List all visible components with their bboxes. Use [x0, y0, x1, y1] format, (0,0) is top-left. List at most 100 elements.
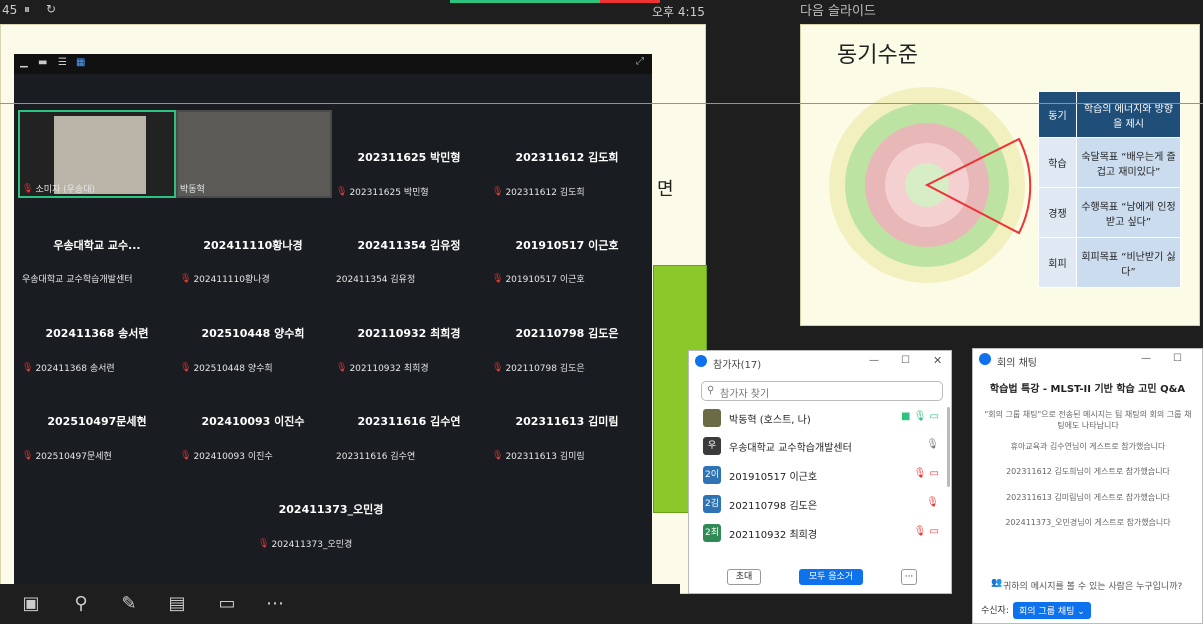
chat-message: 202411373_오민경님이 게스트로 참가했습니다: [1005, 518, 1171, 527]
minimize-icon[interactable]: ▁: [20, 57, 28, 68]
participant-tile-name: 202311613 김미림: [515, 415, 619, 428]
table-header-cell: 학습의 에너지와 방향을 제시: [1076, 91, 1181, 138]
mic-muted-icon: 🎙: [492, 450, 504, 461]
mic-muted-icon: 🎙: [180, 450, 192, 461]
chat-message: 202311612 김도희님이 게스트로 참가했습니다: [1006, 467, 1170, 476]
participant-tile-label: 🎙 202411373_오민경: [258, 538, 353, 551]
participant-tile-label: 🎙 202411368 송서련: [22, 362, 115, 375]
mute-all-button[interactable]: 모두 음소거: [799, 569, 863, 585]
participant-tile-label: 🎙 202311625 박민형: [336, 186, 429, 199]
chat-message: 202311613 김미림님이 게스트로 참가했습니다: [1006, 493, 1170, 502]
table-key-cell: 회피: [1038, 237, 1077, 288]
participant-tile-name: 202411373_오민경: [278, 503, 384, 516]
participant-name: 우송대학교 교수학습개발센터: [729, 442, 852, 454]
maximize-icon[interactable]: ☐: [1173, 353, 1182, 364]
participant-row[interactable]: 2김 202110798 김도은 🎙: [703, 491, 939, 517]
pause-icon[interactable]: ⏸: [24, 2, 30, 17]
expand-icon[interactable]: ⤢: [636, 56, 644, 67]
table-value-cell: 회피목표 “비난받기 싫다”: [1076, 237, 1181, 288]
video-tile-active[interactable]: 🎙 소미자 (우송대): [18, 110, 176, 198]
participant-tile-label: 🎙 201910517 이근호: [492, 273, 585, 286]
mic-muted-icon: 🎙: [180, 273, 192, 284]
chat-message: 휴아교육과 김수연님이 게스트로 참가했습니다: [1010, 442, 1166, 451]
participant-name: 202110932 최희경: [729, 529, 818, 541]
avatar: 2김: [703, 495, 721, 513]
participants-panel[interactable]: 참가자(17) — ☐ ✕ 참가자 찾기 ⚲ 박동혁 (호스트, 나) ■ 🎙 …: [688, 350, 952, 594]
camera-icon[interactable]: ▭: [212, 589, 242, 619]
participants-title: 참가자(17): [713, 360, 762, 371]
avatar: 2최: [703, 524, 721, 542]
mic-muted-icon: 🎙: [22, 183, 34, 194]
participant-tile-name: 202410093 이진수: [201, 415, 305, 428]
avatar: 2이: [703, 466, 721, 484]
participant-tile-label: 202411354 김유정: [336, 275, 416, 285]
participant-tile-name: 202510448 양수희: [201, 327, 305, 340]
clock-text: 오후 4:15: [652, 5, 705, 19]
pointer-icon[interactable]: ✎: [114, 589, 144, 619]
participant-row[interactable]: 2이 201910517 이근호 🎙 ▭: [703, 462, 939, 488]
mic-icon: 🎙: [926, 439, 939, 450]
participant-name: 202110798 김도은: [729, 500, 818, 512]
next-slide-title: 동기수준: [837, 43, 918, 68]
participant-row[interactable]: 2최 202110932 최희경 🎙 ▭: [703, 520, 939, 546]
video-tile-label: 🎙 소미자 (우송대): [22, 183, 96, 196]
magnify-icon[interactable]: ⚲: [66, 589, 96, 619]
participant-tile-name: 202411354 김유정: [357, 239, 461, 252]
table-key-cell: 경쟁: [1038, 187, 1077, 238]
table-key-cell: 학습: [1038, 137, 1077, 188]
participant-tile-name: 202110798 김도은: [515, 327, 619, 340]
bottom-toolbar: [0, 584, 680, 624]
table-header-cell: 동기: [1038, 91, 1077, 138]
participant-status-icons: ■ 🎙 ▭: [901, 411, 939, 422]
refresh-icon[interactable]: ↻: [46, 2, 56, 16]
participant-search-input[interactable]: 참가자 찾기: [701, 381, 943, 401]
gallery-view-window[interactable]: ▁ ▬ ☰ ▦ ⤢ 🎙 소미자 (우송대) 박동혁 202311625 박민형 🎙…: [14, 54, 652, 594]
mic-muted-icon: 🎙: [492, 273, 504, 284]
participant-name: 201910517 이근호: [729, 471, 818, 483]
guide-line: [0, 103, 1203, 104]
subtitles-icon[interactable]: ▤: [162, 589, 192, 619]
video-tile[interactable]: 박동혁: [176, 110, 332, 198]
next-slide-preview[interactable]: 동기수준 동기 학습의 에너지와 방향을 제시 학습 숙달목표 “배우는게 즐겁…: [800, 24, 1200, 326]
close-icon[interactable]: ✕: [933, 354, 942, 367]
mic-muted-icon: 🎙: [180, 362, 192, 373]
gallery-view-icon[interactable]: ▦: [76, 57, 85, 68]
mic-muted-icon: 🎙: [492, 362, 504, 373]
scrollbar[interactable]: [947, 407, 950, 487]
table-value-cell: 수행목표 “남에게 인정받고 싶다”: [1076, 187, 1181, 238]
participant-tile-name: 우송대학교 교수...: [53, 239, 141, 252]
invite-button[interactable]: 초대: [727, 569, 761, 585]
slide-navigator-icon[interactable]: ▣: [16, 589, 46, 619]
maximize-icon[interactable]: ☐: [901, 355, 910, 366]
minimize-icon[interactable]: —: [1141, 353, 1151, 364]
participant-tile-label: 202311616 김수연: [336, 452, 416, 462]
participant-tile-name: 202311616 김수연: [357, 415, 461, 428]
minimize-icon[interactable]: —: [869, 355, 879, 366]
motivation-table: 동기 학습의 에너지와 방향을 제시 학습 숙달목표 “배우는게 즐겁고 재미있…: [1038, 91, 1181, 288]
next-slide-label: 다음 슬라이드: [800, 4, 876, 19]
more-options-button[interactable]: ···: [901, 569, 917, 585]
participant-tile-label: 🎙 202311612 김도희: [492, 186, 585, 199]
recipient-select[interactable]: 회의 그룹 채팅 ⌄: [1013, 602, 1091, 619]
gallery-title-bar: ▁ ▬ ☰ ▦ ⤢: [14, 54, 652, 74]
participant-row[interactable]: 우 우송대학교 교수학습개발센터 🎙: [703, 433, 939, 459]
speaker-view-icon[interactable]: ▬: [38, 57, 47, 68]
mic-muted-icon: 🎙: [336, 186, 348, 197]
chat-visibility-notice[interactable]: 귀하의 메시지를 볼 수 있는 사람은 누구입니까?: [1003, 579, 1182, 592]
chat-panel[interactable]: 회의 채팅 — ☐ 학습법 특강 - MLST-II 기반 학습 고민 Q&A …: [972, 348, 1203, 624]
participant-tile-label: 🎙 202410093 이진수: [180, 450, 273, 463]
mic-muted-icon: 🎙 ▭: [913, 526, 939, 537]
strip-view-icon[interactable]: ☰: [58, 57, 67, 68]
mic-muted-icon: 🎙: [22, 450, 34, 461]
participant-tile-name: 202510497문세현: [47, 415, 147, 428]
search-icon: ⚲: [707, 385, 715, 396]
more-icon[interactable]: ⋯: [260, 589, 290, 619]
participant-tile-label: 🎙 202311613 김미림: [492, 450, 585, 463]
participant-row[interactable]: 박동혁 (호스트, 나) ■ 🎙 ▭: [703, 405, 939, 431]
participant-tile-label: 🎙 202110798 김도은: [492, 362, 585, 375]
video-tile-label: 박동혁: [180, 185, 205, 195]
participant-tile-name: 202411110황나경: [203, 239, 303, 252]
mic-muted-icon: 🎙: [258, 538, 270, 549]
top-bar-left-text: 45: [2, 3, 18, 17]
participant-tile-label: 🎙 202510497문세현: [22, 450, 112, 463]
